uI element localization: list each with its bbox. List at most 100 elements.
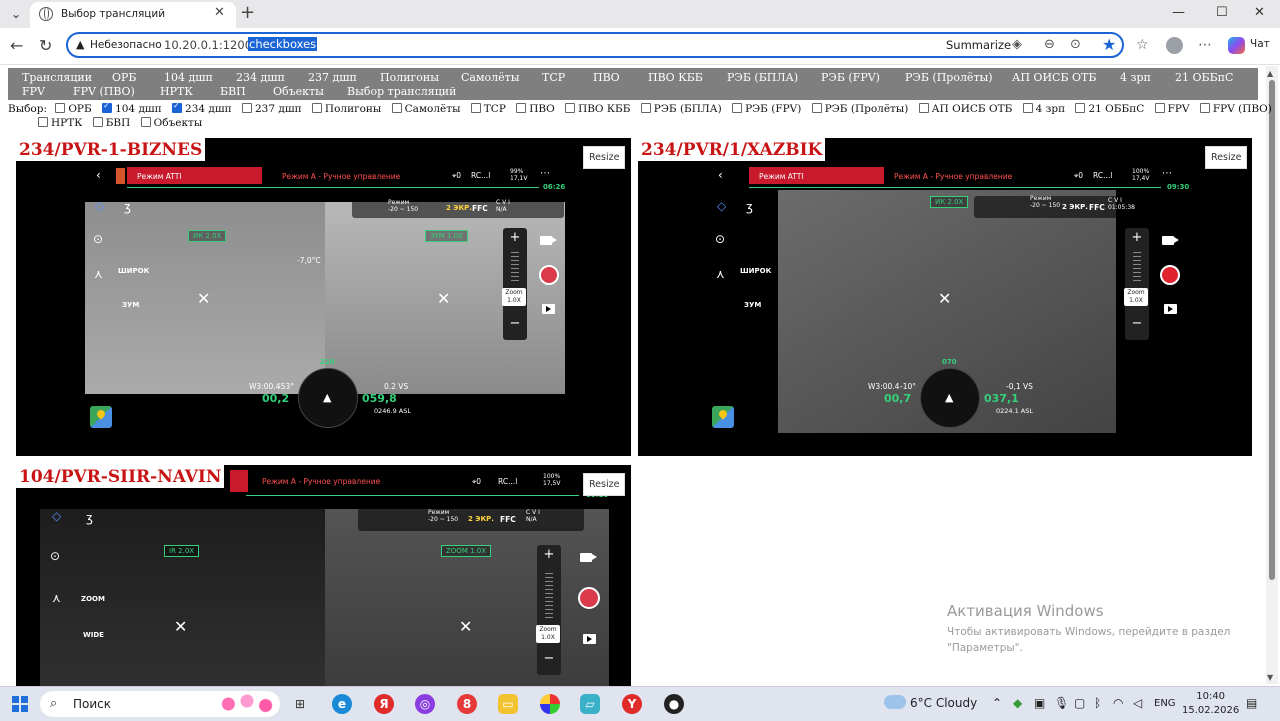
tab-list-chevron-icon[interactable]: ⌄	[6, 5, 26, 23]
checkbox-tsr[interactable]: ТСР	[470, 103, 506, 115]
zoom-out-icon[interactable]: −	[537, 651, 561, 666]
nav-link[interactable]: 4 зрп	[1120, 71, 1151, 84]
nav-link[interactable]: Полигоны	[380, 71, 439, 84]
nav-link[interactable]: FPV (ПВО)	[73, 85, 135, 98]
new-tab-button[interactable]: +	[240, 2, 255, 23]
nav-link-active[interactable]: Выбор трансляций	[347, 85, 456, 98]
wide-button[interactable]: ШИРОК	[118, 267, 149, 275]
zoom-out-icon[interactable]: −	[1125, 316, 1149, 331]
aircraft-heading-icon[interactable]: ⋏	[52, 591, 61, 605]
ffc-button[interactable]: FFC	[1089, 203, 1105, 212]
checkbox-polygons[interactable]: Полигоны	[311, 103, 381, 115]
record-button[interactable]	[578, 587, 600, 609]
waypoint-diamond-icon[interactable]: ◇	[95, 199, 104, 213]
nav-link[interactable]: 234 дшп	[236, 71, 285, 84]
wide-button[interactable]: ШИРОК	[740, 267, 771, 275]
playback-icon[interactable]	[542, 304, 555, 314]
profile-avatar[interactable]	[1166, 37, 1183, 54]
map-icon[interactable]	[90, 406, 112, 428]
weather-readout[interactable]: 6°C Cloudy	[910, 696, 977, 710]
playback-icon[interactable]	[583, 634, 596, 644]
nav-link[interactable]: ТСР	[542, 71, 565, 84]
camera-icon[interactable]	[1162, 236, 1179, 245]
nav-link[interactable]: ПВО КББ	[648, 71, 703, 84]
zoom-slider[interactable]: + Zoom 1.0X −	[536, 545, 561, 675]
wide-button[interactable]: WIDE	[83, 631, 104, 639]
aircraft-heading-icon[interactable]: ⋏	[716, 267, 725, 281]
nav-link[interactable]: ПВО	[593, 71, 620, 84]
checkbox-4zrp[interactable]: 4 зрп	[1022, 103, 1065, 115]
map-icon[interactable]	[712, 406, 734, 428]
address-bar[interactable]: ▲ Небезопасно 10.20.0.1:12000/ checkboxe…	[66, 32, 1124, 58]
record-button[interactable]	[1160, 265, 1180, 285]
summarize-button[interactable]: Summarize	[946, 38, 1011, 52]
search-highlight-flowers-icon[interactable]	[216, 689, 278, 719]
scroll-up-arrow-icon[interactable]: ▲	[1267, 69, 1273, 78]
back-chevron-icon[interactable]: ‹	[718, 168, 723, 182]
zoom-in-icon[interactable]: +	[1125, 230, 1149, 245]
video-feed-right[interactable]	[325, 509, 609, 686]
task-view-icon[interactable]: ⊞	[290, 694, 310, 714]
record-button[interactable]	[539, 265, 559, 285]
route-icon[interactable]: ʒ	[86, 511, 93, 525]
back-chevron-icon[interactable]: ‹	[96, 168, 101, 182]
nav-link[interactable]: РЭБ (FPV)	[821, 71, 880, 84]
route-icon[interactable]: ʒ	[124, 200, 131, 214]
checkbox-orb[interactable]: ОРБ	[55, 103, 92, 115]
tray-window-icon[interactable]: ▢	[1074, 696, 1085, 710]
waypoint-diamond-icon[interactable]: ◇	[52, 509, 61, 523]
checkbox-pvo-kbb[interactable]: ПВО КББ	[565, 103, 630, 115]
checkbox-reb-bpla[interactable]: РЭБ (БПЛА)	[640, 103, 722, 115]
wifi-icon[interactable]: ◠	[1113, 696, 1123, 710]
more-tools-icon[interactable]: ⊙	[1070, 37, 1081, 52]
checkbox-bvp[interactable]: БВП	[92, 117, 130, 129]
zoom-out-icon[interactable]: −	[503, 316, 527, 331]
ffc-button[interactable]: FFC	[500, 515, 516, 524]
zoom-in-icon[interactable]: +	[537, 547, 561, 562]
nav-link[interactable]: РЭБ (Пролёты)	[905, 71, 993, 84]
yandex-browser-icon[interactable]: Y	[622, 694, 642, 714]
zoom-button[interactable]: ЗУМ	[122, 301, 139, 309]
resize-button[interactable]: Resize	[1205, 146, 1248, 169]
settings-more-icon[interactable]: ⋯	[1198, 37, 1212, 53]
tray-chevron-icon[interactable]: ⌃	[992, 696, 1002, 710]
checkbox-21obbps[interactable]: 21 ОББпС	[1075, 103, 1144, 115]
checkbox-234[interactable]: 234 дшп	[172, 101, 232, 115]
zoom-button[interactable]: ЗУМ	[744, 301, 761, 309]
playback-icon[interactable]	[1164, 304, 1177, 314]
zoom-slider[interactable]: + Zoom 1.0X −	[502, 228, 527, 340]
language-indicator[interactable]: ENG	[1154, 698, 1176, 709]
copilot-sparkle-icon[interactable]: ◈	[1012, 37, 1022, 52]
zoom-out-icon[interactable]: ⊖	[1044, 37, 1055, 52]
clock[interactable]: 10:40 15.02.2026	[1182, 690, 1239, 718]
nav-link[interactable]: РЭБ (БПЛА)	[727, 71, 798, 84]
microphone-icon[interactable]: 🎙	[1054, 696, 1069, 710]
browser-tab-active[interactable]: Выбор трансляций ✕	[30, 2, 236, 28]
security-status[interactable]: Небезопасно	[90, 39, 162, 51]
windows-start-icon[interactable]	[12, 696, 28, 712]
checkbox-reb-fpv[interactable]: РЭБ (FPV)	[732, 103, 801, 115]
nav-link[interactable]: 237 дшп	[308, 71, 357, 84]
ffc-button[interactable]: FFC	[472, 204, 488, 213]
app-dark-icon[interactable]: ●	[664, 694, 684, 714]
nav-link[interactable]: 21 ОББпС	[1175, 71, 1233, 84]
reload-icon[interactable]: ↻	[39, 36, 52, 55]
resize-button[interactable]: Resize	[583, 146, 626, 169]
close-window-button[interactable]: ✕	[1254, 5, 1265, 20]
tray-device-icon[interactable]: ▣	[1034, 696, 1045, 710]
maximize-button[interactable]: ☐	[1216, 5, 1228, 20]
checkbox-nrtk[interactable]: НРТК	[38, 117, 82, 129]
cloud-icon[interactable]	[884, 695, 906, 709]
warning-triangle-icon[interactable]: ▲	[76, 38, 84, 51]
nav-link[interactable]: FPV	[22, 85, 45, 98]
checkbox-fpv-pvo[interactable]: FPV (ПВО)	[1199, 103, 1272, 115]
target-lock-icon[interactable]: ⊙	[93, 232, 103, 246]
checkbox-aircraft[interactable]: Самолёты	[391, 103, 460, 115]
minimize-button[interactable]: —	[1172, 5, 1185, 20]
nav-link[interactable]: ОРБ	[112, 71, 137, 84]
nav-link[interactable]: БВП	[220, 85, 246, 98]
edge-browser-icon[interactable]: e	[332, 694, 352, 714]
checkbox-104[interactable]: 104 дшп	[102, 101, 162, 115]
zoom-in-icon[interactable]: +	[503, 230, 527, 245]
checkbox-fpv[interactable]: FPV	[1154, 103, 1190, 115]
